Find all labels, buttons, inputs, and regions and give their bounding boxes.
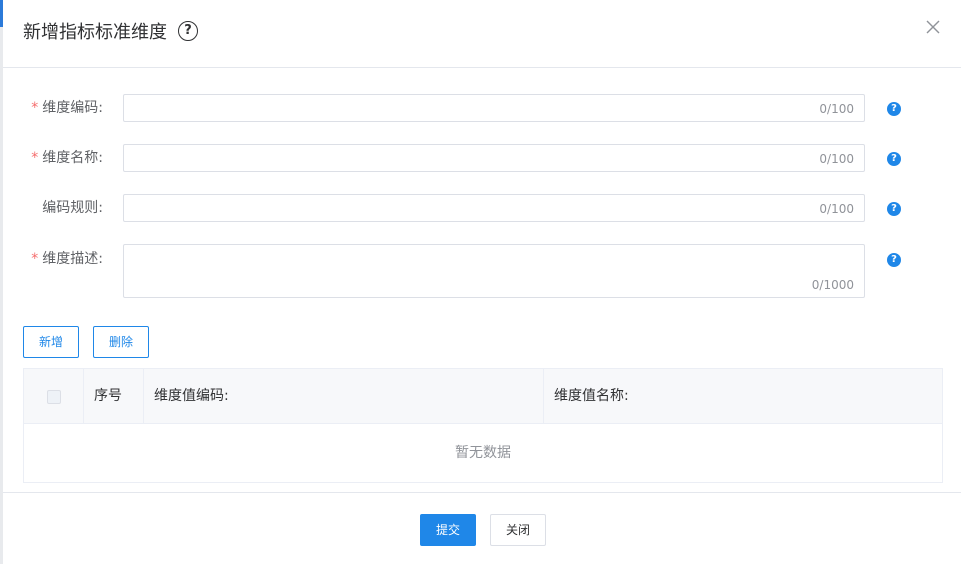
dialog-footer: 提交 关闭 [3, 492, 961, 565]
help-icon[interactable]: ? [887, 102, 901, 116]
coding-rule-input[interactable]: 0/100 [123, 194, 865, 222]
help-icon[interactable]: ? [887, 202, 901, 216]
dimension-name-input[interactable]: 0/100 [123, 144, 865, 172]
help-circle-icon[interactable]: ? [178, 21, 198, 41]
dimension-name-label: * 维度名称: [31, 150, 103, 166]
dimension-values-table: 序号 维度值编码: 维度值名称: 暂无数据 [23, 368, 943, 483]
char-counter: 0/100 [819, 152, 854, 166]
delete-button[interactable]: 删除 [93, 326, 149, 358]
char-counter: 0/100 [819, 102, 854, 116]
dimension-code-input[interactable]: 0/100 [123, 94, 865, 122]
dialog: 新增指标标准维度 ? * 维度编码: 0/100 ? * 维度名称: 0/100 ?… [3, 0, 961, 564]
dimension-description-textarea[interactable]: 0/1000 [123, 244, 865, 298]
dimension-code-label: * 维度编码: [31, 100, 103, 116]
coding-rule-label: 编码规则: [42, 200, 103, 216]
add-button[interactable]: 新增 [23, 326, 79, 358]
select-all-checkbox[interactable] [47, 390, 61, 404]
submit-button[interactable]: 提交 [420, 514, 476, 546]
dimension-description-label: * 维度描述: [31, 251, 103, 267]
close-button[interactable]: 关闭 [490, 514, 546, 546]
char-counter: 0/100 [819, 202, 854, 216]
required-mark: * [31, 100, 39, 116]
required-mark: * [31, 150, 39, 166]
table-header: 序号 维度值编码: 维度值名称: [24, 369, 942, 424]
close-icon[interactable] [924, 18, 942, 36]
help-icon[interactable]: ? [887, 253, 901, 267]
required-mark: * [31, 251, 39, 267]
dialog-header: 新增指标标准维度 ? [3, 0, 961, 68]
column-header-index: 序号 [84, 369, 144, 423]
select-all-cell [24, 369, 84, 423]
empty-placeholder: 暂无数据 [455, 445, 511, 461]
column-header-value-code: 维度值编码: [144, 369, 544, 423]
help-icon[interactable]: ? [887, 152, 901, 166]
column-header-value-name: 维度值名称: [554, 388, 629, 404]
char-counter: 0/1000 [811, 278, 854, 292]
dialog-title: 新增指标标准维度 [23, 22, 167, 43]
